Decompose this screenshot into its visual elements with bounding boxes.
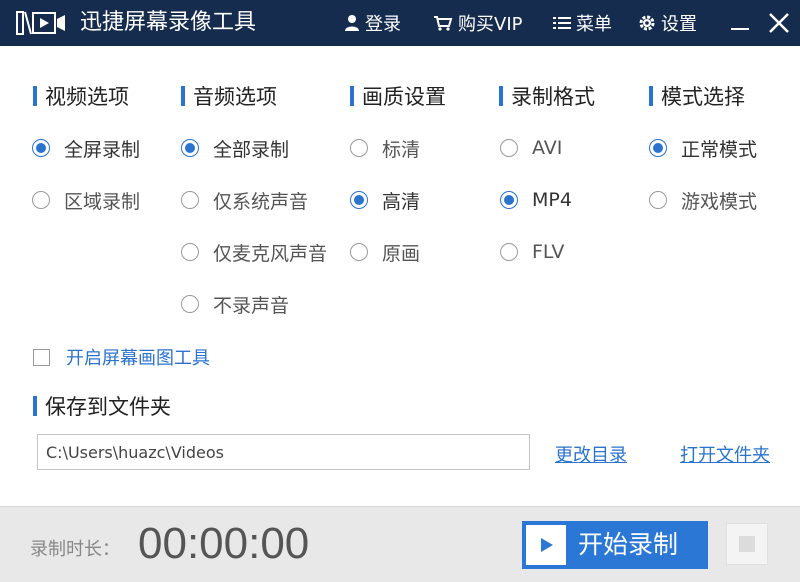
settings-button[interactable]: 设置 <box>638 10 697 36</box>
minimize-icon[interactable] <box>727 10 753 36</box>
heading-bar <box>649 86 653 106</box>
radio-quality-original[interactable]: 原画 <box>350 239 420 265</box>
option-label: 高清 <box>382 190 421 213</box>
radio-indicator <box>649 139 667 157</box>
settings-label: 设置 <box>661 14 697 35</box>
radio-region-record[interactable]: 区域录制 <box>32 187 140 213</box>
radio-microphone-only[interactable]: 仅麦克风声音 <box>181 239 327 265</box>
mode-select-heading: 模式选择 <box>649 82 745 110</box>
heading-bar <box>181 86 185 106</box>
stop-icon <box>739 536 755 552</box>
cart-icon <box>434 16 453 31</box>
heading-bar <box>350 86 354 106</box>
save-path-input[interactable] <box>37 434 530 470</box>
radio-format-flv[interactable]: FLV <box>500 239 564 265</box>
heading-bar <box>499 86 503 106</box>
audio-options-heading: 音频选项 <box>181 82 277 110</box>
checkbox-indicator[interactable] <box>33 348 50 366</box>
radio-indicator <box>350 191 368 209</box>
radio-indicator <box>500 243 518 261</box>
user-icon <box>345 15 359 31</box>
radio-indicator <box>350 243 368 261</box>
option-label: 全部录制 <box>213 138 290 161</box>
radio-indicator <box>181 191 199 209</box>
option-label: 区域录制 <box>64 190 141 213</box>
radio-format-mp4[interactable]: MP4 <box>500 187 572 213</box>
drawing-tool-label[interactable]: 开启屏幕画图工具 <box>66 344 210 370</box>
radio-fullscreen-record[interactable]: 全屏录制 <box>32 135 140 161</box>
duration-value: 00:00:00 <box>138 519 310 568</box>
drawing-tool-checkbox[interactable]: 开启屏幕画图工具 <box>33 344 210 370</box>
option-label: FLV <box>532 241 565 263</box>
menu-label: 菜单 <box>576 14 612 35</box>
stop-button[interactable] <box>726 523 768 565</box>
duration-label: 录制时长： <box>30 539 120 560</box>
radio-record-all-audio[interactable]: 全部录制 <box>181 135 289 161</box>
video-play-icon <box>16 11 65 35</box>
title-bar: 迅捷屏幕录像工具 登录 购买VIP 菜单 设置 <box>0 0 800 46</box>
radio-indicator <box>32 139 50 157</box>
option-label: 游戏模式 <box>681 190 758 213</box>
option-label: 仅麦克风声音 <box>213 242 328 265</box>
radio-system-audio-only[interactable]: 仅系统声音 <box>181 187 308 213</box>
close-icon[interactable] <box>766 10 792 36</box>
radio-indicator <box>500 191 518 209</box>
video-options-title: 视频选项 <box>45 85 129 109</box>
heading-bar <box>33 396 37 416</box>
option-label: 仅系统声音 <box>213 190 309 213</box>
buy-vip-button[interactable]: 购买VIP <box>433 10 522 36</box>
quality-settings-heading: 画质设置 <box>350 82 446 110</box>
login-button[interactable]: 登录 <box>344 10 401 36</box>
option-label: MP4 <box>532 189 572 211</box>
radio-indicator <box>500 139 518 157</box>
radio-indicator <box>181 295 199 313</box>
record-format-title: 录制格式 <box>511 85 595 109</box>
open-folder-link[interactable]: 打开文件夹 <box>680 441 770 467</box>
radio-quality-sd[interactable]: 标清 <box>350 135 420 161</box>
save-folder-title: 保存到文件夹 <box>45 395 171 419</box>
option-label: 不录声音 <box>213 294 290 317</box>
radio-quality-hd[interactable]: 高清 <box>350 187 420 213</box>
mode-select-title: 模式选择 <box>661 85 745 109</box>
list-icon <box>553 17 571 29</box>
footer-bar: 录制时长： 00:00:00 开始录制 <box>0 506 800 582</box>
quality-settings-title: 画质设置 <box>362 85 446 109</box>
radio-indicator <box>181 243 199 261</box>
start-recording-button[interactable]: 开始录制 <box>522 521 708 569</box>
save-folder-heading: 保存到文件夹 <box>33 392 171 420</box>
app-title: 迅捷屏幕录像工具 <box>80 10 257 35</box>
option-label: 标清 <box>382 138 421 161</box>
gear-icon <box>639 15 655 31</box>
vip-label: 购买VIP <box>458 14 523 35</box>
option-label: 正常模式 <box>681 138 758 161</box>
login-label: 登录 <box>365 14 401 35</box>
radio-no-audio[interactable]: 不录声音 <box>181 291 289 317</box>
radio-indicator <box>32 191 50 209</box>
change-directory-link[interactable]: 更改目录 <box>555 441 627 467</box>
option-label: 原画 <box>382 242 421 265</box>
menu-button[interactable]: 菜单 <box>553 10 612 36</box>
start-recording-label: 开始录制 <box>578 530 679 559</box>
radio-game-mode[interactable]: 游戏模式 <box>649 187 757 213</box>
option-label: 全屏录制 <box>64 138 141 161</box>
record-format-heading: 录制格式 <box>499 82 595 110</box>
heading-bar <box>33 86 37 106</box>
radio-format-avi[interactable]: AVI <box>500 135 562 161</box>
audio-options-title: 音频选项 <box>193 85 277 109</box>
radio-normal-mode[interactable]: 正常模式 <box>649 135 757 161</box>
radio-indicator <box>181 139 199 157</box>
radio-indicator <box>649 191 667 209</box>
play-icon <box>526 525 566 565</box>
video-options-heading: 视频选项 <box>33 82 129 110</box>
radio-indicator <box>350 139 368 157</box>
option-label: AVI <box>532 137 563 159</box>
